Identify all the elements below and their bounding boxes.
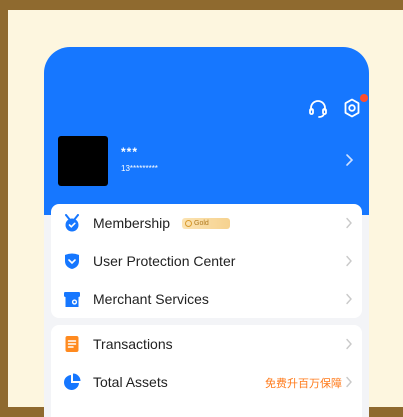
chevron-right-icon	[345, 293, 353, 305]
menu-item-label: Membership	[93, 215, 171, 231]
menu-item-user-protection[interactable]: User Protection Center	[51, 242, 362, 280]
menu-item-label: Transactions	[93, 336, 173, 352]
settings-icon[interactable]	[341, 97, 363, 119]
gold-coin-icon	[185, 220, 192, 227]
shield-icon	[63, 252, 81, 270]
chevron-right-icon	[345, 376, 353, 388]
profile-phone: 13*********	[121, 164, 158, 173]
menu-item-label: User Protection Center	[93, 253, 236, 269]
menu-item-label: Total Assets	[93, 374, 168, 390]
menu-item-membership[interactable]: Membership Gold	[51, 204, 362, 242]
chevron-right-icon	[345, 338, 353, 350]
store-icon	[63, 290, 81, 308]
pie-chart-icon	[63, 373, 81, 391]
chevron-right-icon	[345, 255, 353, 267]
notification-dot	[360, 94, 368, 102]
medal-icon	[63, 214, 81, 232]
menu-item-transactions[interactable]: Transactions	[51, 325, 362, 363]
menu-card-finance: Transactions Total Assets 免费升百万保障	[51, 325, 362, 417]
document-icon	[63, 335, 81, 353]
menu-item-total-assets[interactable]: Total Assets 免费升百万保障	[51, 363, 362, 401]
profile-name: ***	[121, 145, 139, 159]
profile-header: *** 13*********	[44, 47, 369, 215]
chevron-right-icon	[345, 217, 353, 229]
badge-label: Gold	[194, 220, 209, 227]
promo-text: 免费升百万保障	[265, 378, 342, 390]
phone-screen: *** 13********* Membership Gold User Pro…	[44, 47, 369, 417]
avatar[interactable]	[58, 136, 108, 186]
menu-card-account: Membership Gold User Protection Center M…	[51, 204, 362, 318]
membership-badge: Gold	[182, 218, 230, 229]
chevron-right-icon[interactable]	[344, 153, 354, 167]
headset-icon[interactable]	[307, 97, 329, 119]
menu-item-label: Merchant Services	[93, 291, 209, 307]
menu-item-merchant-services[interactable]: Merchant Services	[51, 280, 362, 318]
